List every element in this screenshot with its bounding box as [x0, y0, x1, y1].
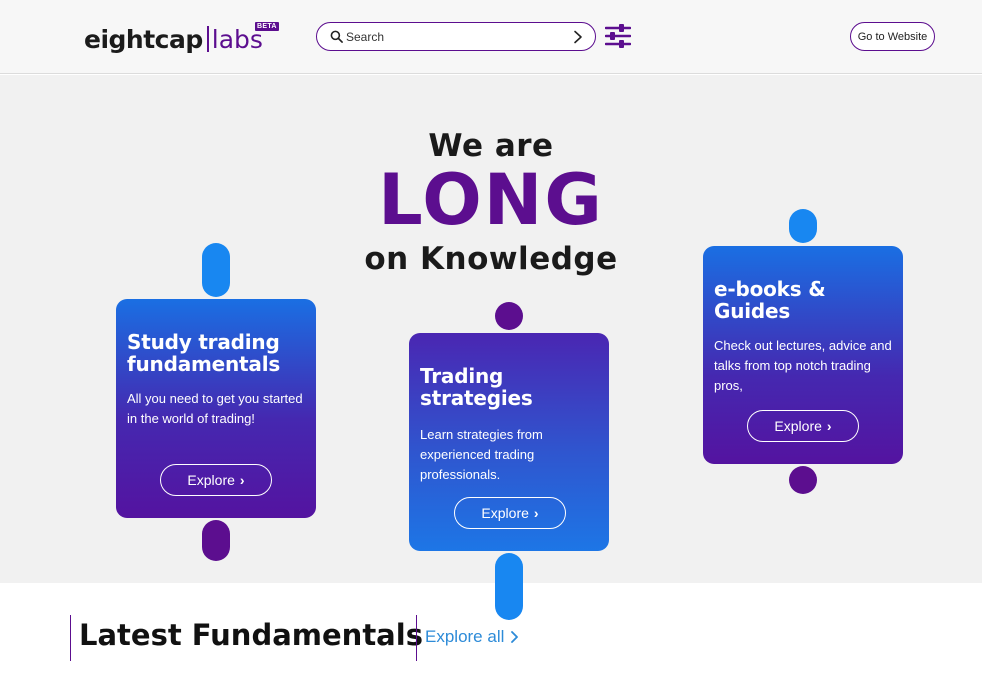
- filter-sliders-icon[interactable]: [605, 24, 631, 48]
- card-3-top-pill: [789, 209, 817, 243]
- card-2-title: Trading strategies: [420, 364, 533, 410]
- card-2-explore-button[interactable]: Explore ›: [454, 497, 566, 529]
- chevron-right-icon: ›: [826, 418, 832, 434]
- card-1-top-pill: [202, 243, 230, 297]
- explore-all-label: Explore all: [425, 627, 505, 646]
- card-2-description: Learn strategies from experienced tradin…: [420, 427, 543, 482]
- card-1-explore-label: Explore: [187, 472, 235, 488]
- card-3-explore-button[interactable]: Explore ›: [747, 410, 859, 442]
- hero-line-2: LONG: [378, 159, 604, 241]
- site-header: eightcap labs BETA Go to Website: [0, 0, 982, 74]
- section-divider-right: [416, 615, 417, 661]
- chevron-right-icon: ›: [533, 505, 539, 521]
- card-3-explore-label: Explore: [774, 418, 822, 434]
- chevron-right-icon: [511, 631, 519, 643]
- chevron-right-icon[interactable]: [573, 30, 583, 44]
- card-ebooks-guides[interactable]: e-books & Guides Check out lectures, adv…: [703, 246, 903, 464]
- card-3-description: Check out lectures, advice and talks fro…: [714, 338, 892, 393]
- chevron-right-icon: ›: [239, 472, 245, 488]
- card-1-explore-button[interactable]: Explore ›: [160, 464, 272, 496]
- card-1-title: Study trading fundamentals: [127, 330, 281, 376]
- beta-badge: BETA: [255, 22, 279, 31]
- section-divider-left: [70, 615, 71, 661]
- card-1-bottom-pill: [202, 520, 230, 561]
- card-3-bottom-pill: [789, 466, 817, 494]
- card-2-bottom-pill: [495, 553, 523, 620]
- card-study-fundamentals[interactable]: Study trading fundamentals All you need …: [116, 299, 316, 518]
- logo-wordmark: eightcap: [84, 25, 203, 54]
- card-1-description: All you need to get you started in the w…: [127, 391, 303, 426]
- hero-section: We are LONG on Knowledge Study trading f…: [0, 75, 982, 620]
- card-2-explore-label: Explore: [481, 505, 529, 521]
- search-bar[interactable]: [316, 22, 596, 51]
- card-3-title: e-books & Guides: [714, 277, 826, 323]
- card-trading-strategies[interactable]: Trading strategies Learn strategies from…: [409, 333, 609, 551]
- logo-divider: [206, 26, 209, 52]
- go-to-website-button[interactable]: Go to Website: [850, 22, 935, 51]
- eightcap-labs-logo[interactable]: eightcap labs BETA: [84, 18, 279, 54]
- search-icon: [330, 30, 343, 43]
- card-2-top-pill: [495, 302, 523, 330]
- explore-all-link[interactable]: Explore all: [425, 627, 519, 647]
- latest-fundamentals-heading: Latest Fundamentals: [79, 618, 423, 652]
- search-input[interactable]: [346, 29, 566, 44]
